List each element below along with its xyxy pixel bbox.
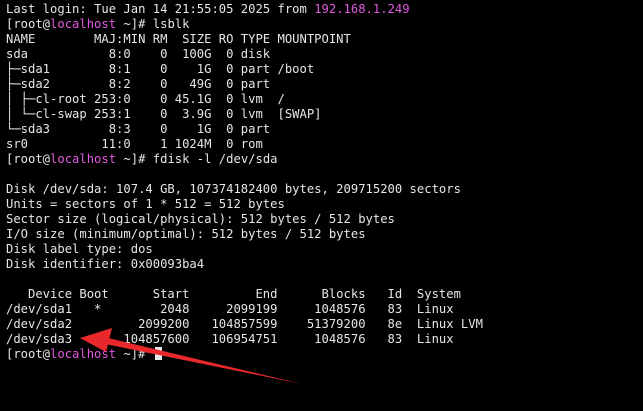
terminal-window[interactable]: Last login: Tue Jan 14 21:55:05 2025 fro… bbox=[0, 0, 643, 411]
lsblk-row: ├─sda1 8:1 0 1G 0 part /boot bbox=[6, 62, 315, 76]
last-login-date: Tue Jan 14 21:55:05 2025 from bbox=[94, 2, 315, 16]
lsblk-row: ├─sda2 8:2 0 49G 0 part bbox=[6, 77, 271, 91]
lsblk-row: sr0 11:0 1 1024M 0 rom bbox=[6, 137, 263, 151]
prompt-line-fdisk: [root@localhost ~]# fdisk -l /dev/sda bbox=[6, 152, 643, 167]
fdisk-info-line: Disk identifier: 0x00093ba4 bbox=[6, 257, 205, 271]
fdisk-info-line: Disk label type: dos bbox=[6, 242, 153, 256]
last-login-ip: 192.168.1.249 bbox=[314, 2, 410, 16]
partition-row-sda2: /dev/sda2 2099200 104857599 51379200 8e … bbox=[6, 317, 483, 331]
prompt-host: localhost bbox=[50, 152, 117, 166]
prompt-close: ~]# bbox=[116, 152, 153, 166]
command-lsblk: lsblk bbox=[152, 17, 190, 31]
prompt-open: [root@ bbox=[6, 152, 51, 166]
prompt-open: [root@ bbox=[6, 17, 51, 31]
lsblk-row: │ └─cl-swap 253:1 0 3.9G 0 lvm [SWAP] bbox=[6, 107, 322, 121]
prompt-host: localhost bbox=[50, 17, 117, 31]
fdisk-info-line: Units = sectors of 1 * 512 = 512 bytes bbox=[6, 197, 285, 211]
partition-row-sda3: /dev/sda3 104857600 106954751 1048576 83… bbox=[6, 332, 454, 346]
prompt-host: localhost bbox=[50, 347, 117, 361]
cursor bbox=[154, 347, 162, 360]
prompt-close: ~]# bbox=[116, 347, 153, 361]
lsblk-header: NAME MAJ:MIN RM SIZE RO TYPE MOUNTPOINT bbox=[6, 32, 351, 46]
lsblk-row: sda 8:0 0 100G 0 disk bbox=[6, 47, 271, 61]
partition-table-header: Device Boot Start End Blocks Id System bbox=[6, 287, 461, 301]
prompt-line-current: [root@localhost ~]# bbox=[6, 347, 643, 362]
lsblk-row: │ ├─cl-root 253:0 0 45.1G 0 lvm / bbox=[6, 92, 285, 106]
partition-row-sda1: /dev/sda1 * 2048 2099199 1048576 83 Linu… bbox=[6, 302, 454, 316]
prompt-line-lsblk: [root@localhost ~]# lsblk bbox=[6, 17, 643, 32]
prompt-open: [root@ bbox=[6, 347, 51, 361]
last-login-line: Last login: Tue Jan 14 21:55:05 2025 fro… bbox=[6, 2, 643, 17]
last-login-label: Last login: bbox=[6, 2, 95, 16]
prompt-close: ~]# bbox=[116, 17, 153, 31]
fdisk-info-line: Disk /dev/sda: 107.4 GB, 107374182400 by… bbox=[6, 182, 461, 196]
fdisk-info-line: Sector size (logical/physical): 512 byte… bbox=[6, 212, 395, 226]
lsblk-row: └─sda3 8:3 0 1G 0 part bbox=[6, 122, 271, 136]
command-fdisk: fdisk -l /dev/sda bbox=[152, 152, 278, 166]
fdisk-info-line: I/O size (minimum/optimal): 512 bytes / … bbox=[6, 227, 366, 241]
